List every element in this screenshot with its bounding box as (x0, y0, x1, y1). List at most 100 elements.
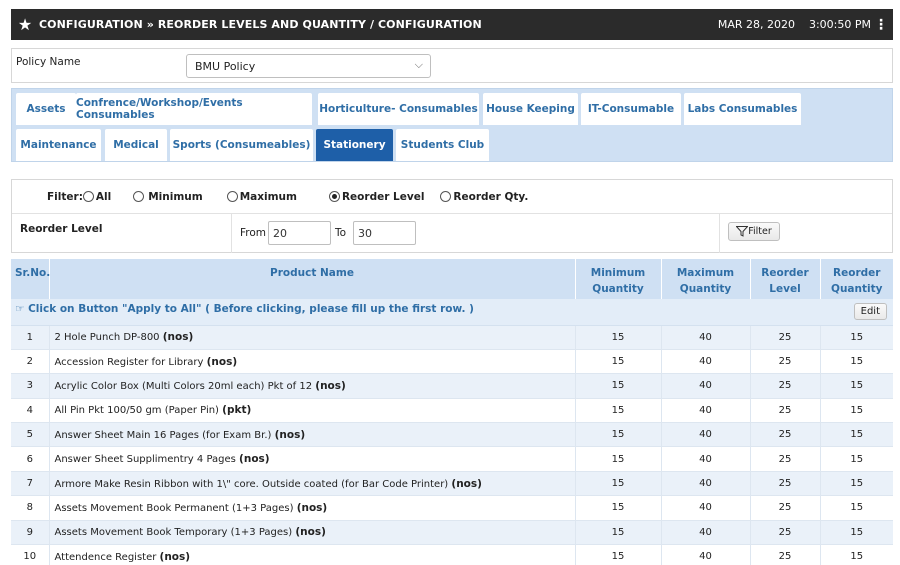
kebab-menu-icon[interactable]: ⋮ (871, 17, 891, 33)
cell-maximum-quantity[interactable]: 40 (660, 544, 750, 565)
tab-maintenance[interactable]: Maintenance (16, 129, 101, 161)
cell-maximum-quantity[interactable]: 40 (660, 422, 750, 448)
cell-maximum-quantity[interactable]: 40 (660, 325, 750, 350)
cell-reorder-level[interactable]: 25 (749, 520, 820, 546)
cell-maximum-quantity[interactable]: 40 (660, 520, 750, 546)
cell-reorder-level[interactable]: 25 (749, 471, 820, 497)
table-row[interactable]: 3 Acrylic Color Box (Multi Colors 20ml ea… (11, 373, 893, 399)
cell-reorder-level[interactable]: 25 (749, 349, 820, 375)
table-row[interactable]: 5 Answer Sheet Main 16 Pages (for Exam Br… (11, 422, 893, 448)
radio-maximum[interactable] (226, 191, 238, 202)
star-icon[interactable]: ★ (11, 15, 39, 34)
tab-horticulture-consumables[interactable]: Horticulture- Consumables (318, 93, 479, 125)
cell-reorder-level[interactable]: 25 (749, 398, 820, 424)
tab-sports-consumeables[interactable]: Sports (Consumeables) (170, 129, 313, 161)
cell-reorder-quantity[interactable]: 15 (819, 446, 893, 472)
cell-maximum-quantity[interactable]: 40 (660, 349, 750, 375)
filter-button[interactable]: Filter (728, 222, 780, 241)
table-row[interactable]: 12 Hole Punch DP-800 (nos) 15 40 25 15 (11, 325, 893, 350)
cell-reorder-quantity[interactable]: 15 (819, 544, 893, 565)
cell-maximum-quantity[interactable]: 40 (660, 446, 750, 472)
cell-reorder-quantity[interactable]: 15 (819, 422, 893, 448)
cell-reorder-level[interactable]: 25 (749, 422, 820, 448)
tab-it-consumable[interactable]: IT-Consumable (581, 93, 681, 125)
table-row[interactable]: 4 All Pin Pkt 100/50 gm (Paper Pin) (pkt)… (11, 398, 893, 424)
cell-minimum-quantity[interactable]: 15 (574, 422, 661, 448)
cell-reorder-quantity[interactable]: 15 (819, 325, 893, 350)
cell-maximum-quantity[interactable]: 40 (660, 373, 750, 399)
cell-minimum-quantity[interactable]: 15 (574, 471, 661, 497)
cell-maximum-quantity[interactable]: 40 (660, 471, 750, 497)
from-input[interactable] (268, 221, 331, 245)
tab-confrence-workshop-events-consumables[interactable]: Confrence/Workshop/Events Consumables (76, 93, 312, 125)
cell-maximum-quantity[interactable]: 40 (660, 495, 750, 521)
cell-minimum-quantity[interactable]: 15 (574, 325, 661, 350)
cell-product-name: 2 Hole Punch DP-800 (nos) (48, 325, 575, 350)
cell-reorder-quantity[interactable]: 15 (819, 373, 893, 399)
table-row[interactable]: 8 Assets Movement Book Permanent (1+3 Pag… (11, 495, 893, 521)
header-maximum-quantity[interactable]: Maximum Quantity (660, 259, 750, 299)
product-unit: (nos) (296, 501, 328, 514)
cell-reorder-level[interactable]: 25 (749, 446, 820, 472)
radio-reorder-qty[interactable] (440, 191, 452, 202)
radio-all[interactable] (82, 191, 94, 202)
cell-reorder-quantity[interactable]: 15 (819, 349, 893, 375)
edit-button[interactable]: Edit (853, 303, 887, 321)
tab-labs-consumables[interactable]: Labs Consumables (684, 93, 801, 125)
product-name: Armore Make Resin Ribbon with 1\" core. … (54, 478, 449, 490)
table-row[interactable]: 10 Attendence Register (nos) 15 40 25 15 (11, 544, 893, 565)
product-name: Acrylic Color Box (Multi Colors 20ml eac… (54, 380, 313, 392)
cell-minimum-quantity[interactable]: 15 (574, 446, 661, 472)
header-minimum-quantity[interactable]: Minimum Quantity (574, 259, 661, 299)
cell-minimum-quantity[interactable]: 15 (574, 544, 661, 565)
to-input[interactable] (353, 221, 416, 245)
cell-product-name: Acrylic Color Box (Multi Colors 20ml eac… (48, 373, 575, 399)
radio-maximum-label[interactable]: Maximum (240, 191, 297, 203)
radio-reorder-level[interactable] (328, 191, 340, 202)
product-unit: (nos) (451, 477, 482, 490)
cell-maximum-quantity[interactable]: 40 (660, 398, 750, 424)
tab-students-club[interactable]: Students Club (396, 129, 489, 161)
radio-minimum[interactable] (133, 191, 145, 202)
cell-reorder-level[interactable]: 25 (749, 325, 820, 350)
radio-reorder-qty-label[interactable]: Reorder Qty. (453, 191, 528, 203)
header-product-name[interactable]: Product Name (48, 259, 575, 299)
radio-reorder-level-label[interactable]: Reorder Level (342, 191, 424, 203)
tab-stationery[interactable]: Stationery (316, 129, 393, 161)
cell-product-name: Answer Sheet Supplimentry 4 Pages (nos) (48, 446, 575, 472)
cell-reorder-quantity[interactable]: 15 (819, 520, 893, 546)
table-row[interactable]: 6 Answer Sheet Supplimentry 4 Pages (nos)… (11, 446, 893, 472)
header-reorder-quantity[interactable]: Reorder Quantity (819, 259, 893, 299)
cell-reorder-quantity[interactable]: 15 (819, 398, 893, 424)
policy-select[interactable]: BMU Policy ⌵ (186, 54, 431, 78)
radio-all-label[interactable]: All (96, 191, 111, 203)
tab-house-keeping[interactable]: House Keeping (483, 93, 578, 125)
radio-minimum-label[interactable]: Minimum (148, 191, 202, 203)
tab-assets[interactable]: Assets (16, 93, 76, 125)
cell-product-name: Answer Sheet Main 16 Pages (for Exam Br.… (48, 422, 575, 448)
table-header-row: Sr.No. Product Name Minimum Quantity Maxi… (11, 259, 893, 299)
header-srno[interactable]: Sr.No. (11, 259, 50, 299)
table-row[interactable]: 9 Assets Movement Book Temporary (1+3 Pag… (11, 520, 893, 546)
cell-reorder-quantity[interactable]: 15 (819, 471, 893, 497)
product-name: Assets Movement Book Permanent (1+3 Page… (54, 502, 294, 514)
product-name: Answer Sheet Supplimentry 4 Pages (54, 454, 236, 466)
divider (719, 214, 720, 253)
product-unit: (pkt) (222, 404, 252, 417)
cell-reorder-level[interactable]: 25 (749, 373, 820, 399)
cell-srno: 5 (11, 422, 49, 448)
header-reorder-level[interactable]: Reorder Level (749, 259, 820, 299)
cell-reorder-level[interactable]: 25 (749, 495, 820, 521)
cell-minimum-quantity[interactable]: 15 (574, 398, 661, 424)
cell-minimum-quantity[interactable]: 15 (574, 495, 661, 521)
product-unit: (nos) (274, 428, 306, 441)
table-row[interactable]: 2 Accession Register for Library (nos) 15 4… (11, 349, 893, 375)
category-tabs: Assets Confrence/Workshop/Events Consuma… (11, 88, 893, 162)
cell-minimum-quantity[interactable]: 15 (574, 373, 661, 399)
cell-reorder-quantity[interactable]: 15 (819, 495, 893, 521)
table-row[interactable]: 7 Armore Make Resin Ribbon with 1\" core.… (11, 471, 893, 497)
cell-reorder-level[interactable]: 25 (749, 544, 820, 565)
tab-medical[interactable]: Medical (105, 129, 167, 161)
cell-minimum-quantity[interactable]: 15 (574, 520, 661, 546)
cell-minimum-quantity[interactable]: 15 (574, 349, 661, 375)
